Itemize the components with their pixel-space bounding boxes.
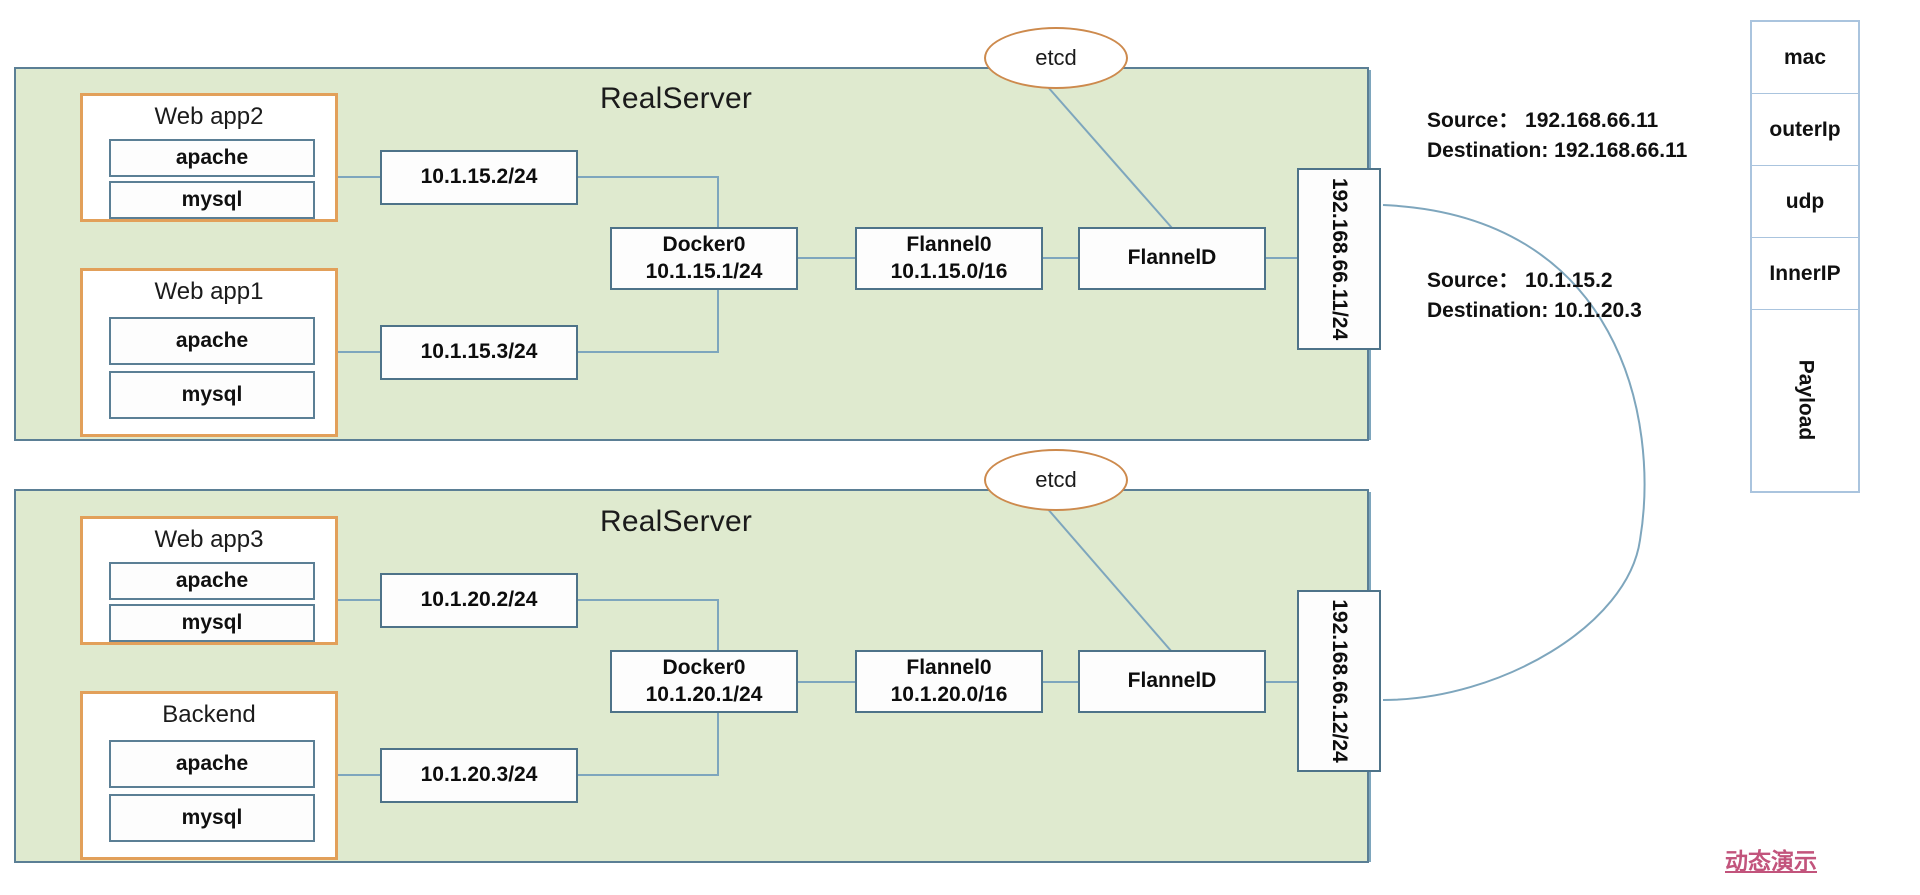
etcd-node-top: etcd [984, 27, 1128, 89]
app-title: Backend [162, 701, 256, 728]
annotation-inner-packet: Source： 10.1.15.2 Destination: 10.1.20.3 [1427, 266, 1642, 327]
packet-layer-payload: Payload [1752, 310, 1858, 490]
flannel0-node-top: Flannel0 10.1.15.0/16 [855, 227, 1043, 290]
app-container-web-app3: Web app3 apache mysql [80, 516, 338, 645]
packet-structure-panel: mac outerIp udp InnerIP Payload [1750, 20, 1860, 493]
docker0-node-top: Docker0 10.1.15.1/24 [610, 227, 798, 290]
service-mysql: mysql [109, 604, 315, 642]
annotation-outer-packet: Source： 192.168.66.11 Destination: 192.1… [1427, 106, 1687, 167]
annotation-destination: Destination: 10.1.20.3 [1427, 299, 1642, 323]
flanneld-node-top: FlannelD [1078, 227, 1266, 290]
pod-ip-10-1-20-2: 10.1.20.2/24 [380, 573, 578, 628]
packet-layer-outerip: outerIp [1752, 94, 1858, 166]
watermark-label: 动态演示 [1725, 848, 1817, 874]
packet-layer-udp: udp [1752, 166, 1858, 238]
annotation-destination: Destination: 192.168.66.11 [1427, 139, 1688, 163]
service-mysql: mysql [109, 371, 315, 419]
packet-layer-payload-label: Payload [1793, 359, 1817, 441]
docker0-name: Docker0 [662, 656, 746, 680]
service-mysql: mysql [109, 181, 315, 219]
docker0-node-bottom: Docker0 10.1.20.1/24 [610, 650, 798, 713]
flannel0-name: Flannel0 [906, 656, 992, 680]
flannel0-node-bottom: Flannel0 10.1.20.0/16 [855, 650, 1043, 713]
app-title: Web app1 [154, 278, 264, 305]
pod-ip-10-1-15-3: 10.1.15.3/24 [380, 325, 578, 380]
app-title: Web app3 [154, 526, 264, 553]
service-mysql: mysql [109, 794, 315, 842]
docker0-ip: 10.1.20.1/24 [645, 682, 763, 706]
app-container-backend: Backend apache mysql [80, 691, 338, 860]
host-ip-label: 192.168.66.12/24 [1328, 599, 1351, 763]
packet-layer-innerip: InnerIP [1752, 238, 1858, 310]
service-apache: apache [109, 317, 315, 365]
diagram-canvas: RealServer Web app2 apache mysql 10.1.15… [0, 0, 1920, 895]
host-ip-box-bottom: 192.168.66.12/24 [1297, 590, 1381, 772]
realserver-title-top: RealServer [600, 82, 753, 115]
service-apache: apache [109, 562, 315, 600]
annotation-source: Source： 10.1.15.2 [1427, 269, 1613, 292]
service-apache: apache [109, 139, 315, 177]
packet-layer-mac: mac [1752, 22, 1858, 94]
pod-ip-10-1-20-3: 10.1.20.3/24 [380, 748, 578, 803]
app-container-web-app2: Web app2 apache mysql [80, 93, 338, 222]
service-apache: apache [109, 740, 315, 788]
annotation-source: Source： 192.168.66.11 [1427, 109, 1659, 132]
app-container-web-app1: Web app1 apache mysql [80, 268, 338, 437]
flannel0-ip: 10.1.20.0/16 [890, 682, 1008, 706]
etcd-node-bottom: etcd [984, 449, 1128, 511]
docker0-name: Docker0 [662, 233, 746, 257]
docker0-ip: 10.1.15.1/24 [645, 259, 763, 283]
host-ip-label: 192.168.66.11/24 [1328, 177, 1351, 341]
realserver-title-bottom: RealServer [600, 505, 753, 538]
host-ip-box-top: 192.168.66.11/24 [1297, 168, 1381, 350]
flannel0-name: Flannel0 [906, 233, 992, 257]
flannel0-ip: 10.1.15.0/16 [890, 259, 1008, 283]
pod-ip-10-1-15-2: 10.1.15.2/24 [380, 150, 578, 205]
app-title: Web app2 [154, 103, 264, 130]
flanneld-node-bottom: FlannelD [1078, 650, 1266, 713]
